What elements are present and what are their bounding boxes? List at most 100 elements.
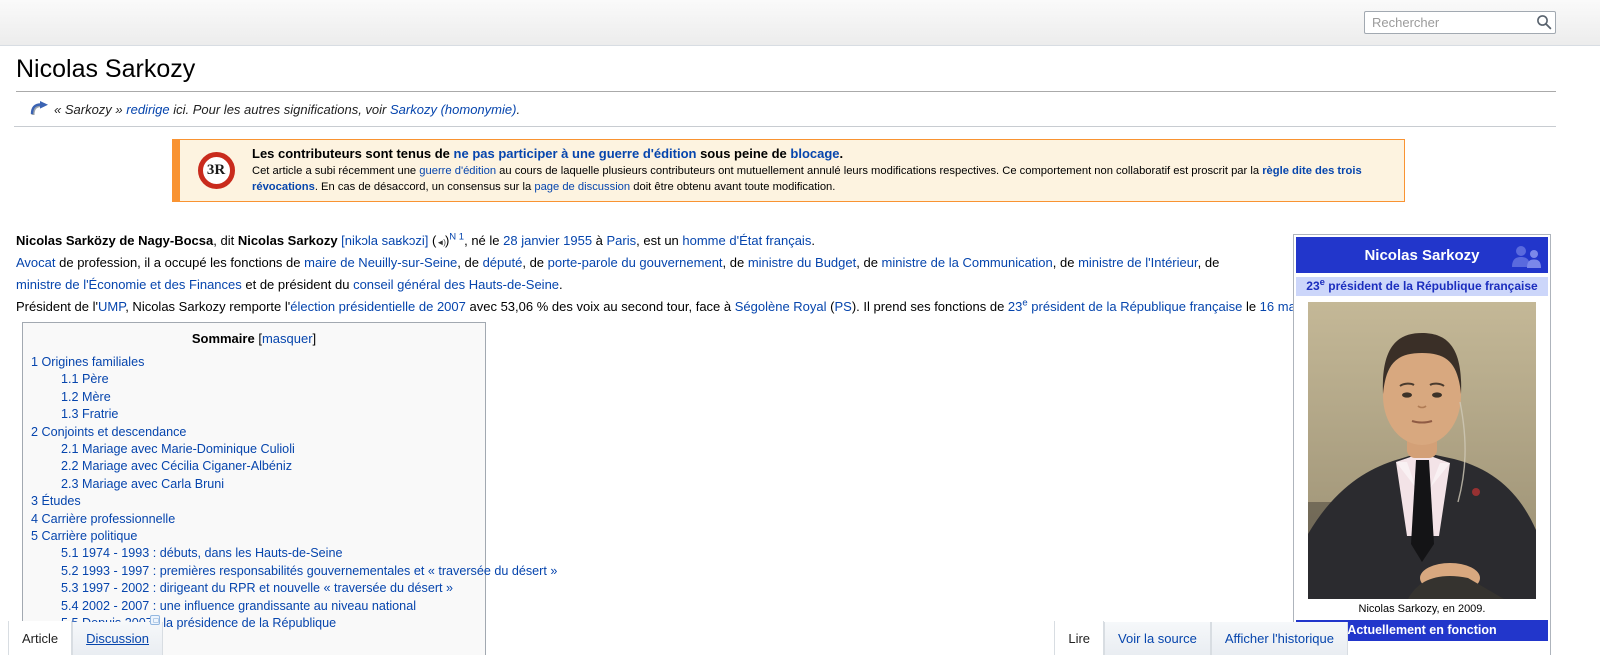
tab-discussion[interactable]: Discussion xyxy=(72,622,163,655)
bold-text: Les contributeurs sont tenus de xyxy=(252,146,454,161)
edit-war-warning-banner: 3R Les contributeurs sont tenus de ne pa… xyxy=(172,139,1405,202)
wiki-link[interactable]: blocage xyxy=(790,146,839,161)
toc-link[interactable]: 2 Conjoints et descendance xyxy=(31,425,186,439)
header-divider xyxy=(0,45,1600,46)
wiki-link[interactable]: [nikɔla saʁkɔzi] xyxy=(341,233,428,248)
tab-voir-la-source-label: Voir la source xyxy=(1118,631,1197,646)
infobox-subtitle: 23e président de la République française xyxy=(1296,277,1548,296)
wikipedia-article-page: Article Discussion Lire Voir la source A… xyxy=(0,0,1600,655)
toc-link[interactable]: 1.2 Mère xyxy=(61,390,111,404)
toc-item: 1.3 Fratrie xyxy=(23,406,477,423)
toc-item: 1 Origines familiales xyxy=(23,354,477,371)
warning-headline: Les contributeurs sont tenus de ne pas p… xyxy=(252,146,1392,161)
wiki-link[interactable]: maire de Neuilly-sur-Seine xyxy=(304,255,457,270)
toc-link[interactable]: 1.3 Fratrie xyxy=(61,407,118,421)
bold-text: Nicolas Sarközy de Nagy-Bocsa xyxy=(16,233,213,248)
wiki-link[interactable]: guerre d'édition xyxy=(419,165,496,177)
toc-link[interactable]: 4 Carrière professionnelle xyxy=(31,512,175,526)
toc-link[interactable]: 3 Études xyxy=(31,494,81,508)
view-tabs: Lire Voir la source Afficher l'historiqu… xyxy=(1054,621,1348,655)
toc-link[interactable]: 5 Carrière politique xyxy=(31,529,137,543)
wiki-link[interactable]: ministre du Budget xyxy=(748,255,856,270)
wiki-link[interactable]: PS xyxy=(834,299,851,314)
tab-discussion-label: Discussion xyxy=(86,631,149,646)
toc-link[interactable]: 1 Origines familiales xyxy=(31,355,144,369)
table-of-contents: Sommaire [masquer] 1 Origines familiales… xyxy=(22,322,486,655)
warning-text: Les contributeurs sont tenus de ne pas p… xyxy=(252,140,1404,201)
wiki-link[interactable]: Sarkozy (homonymie) xyxy=(390,102,516,117)
wiki-link[interactable]: conseil général des Hauts-de-Seine xyxy=(353,277,559,292)
superscript: N 1 xyxy=(449,232,464,243)
footnote-link[interactable]: N 1 xyxy=(449,232,464,243)
tab-lire[interactable]: Lire xyxy=(1054,621,1104,655)
bold-text: . xyxy=(840,146,844,161)
warning-body: Cet article a subi récemment une guerre … xyxy=(252,164,1392,195)
search-input[interactable] xyxy=(1364,11,1556,34)
toc-item: 5.4 2002 - 2007 : une influence grandiss… xyxy=(23,598,477,615)
wiki-link[interactable]: redirige xyxy=(126,102,169,117)
toc-link[interactable]: 5.2 1993 - 1997 : premières responsabili… xyxy=(61,564,557,578)
tab-voir-la-source[interactable]: Voir la source xyxy=(1104,622,1211,655)
infobox-header: Nicolas Sarkozy xyxy=(1296,237,1548,273)
tab-lire-label: Lire xyxy=(1068,631,1090,646)
wiki-link[interactable]: ne pas participer à une guerre d'édition xyxy=(454,146,697,161)
redirect-icon xyxy=(30,101,50,116)
portrait-image xyxy=(1308,302,1536,599)
toc-toggle[interactable]: [masquer] xyxy=(258,331,316,346)
toc-link[interactable]: 5.3 1997 - 2002 : dirigeant du RPR et no… xyxy=(61,581,453,595)
toc-link[interactable]: 5.1 1974 - 1993 : débuts, dans les Hauts… xyxy=(61,546,342,560)
wiki-link[interactable]: porte-parole du gouvernement xyxy=(548,255,723,270)
politician-icon xyxy=(1509,243,1543,273)
wiki-link[interactable]: 1955 xyxy=(563,233,592,248)
warning-icon-cell: 3R xyxy=(180,152,252,189)
toc-list: 1 Origines familiales 1.1 Père 1.2 Mère 1.3… xyxy=(23,346,485,654)
toc-item: 2 Conjoints et descendance xyxy=(23,424,477,441)
toc-link[interactable]: 2.1 Mariage avec Marie-Dominique Culioli xyxy=(61,442,295,456)
page-title: Nicolas Sarkozy xyxy=(16,55,1556,92)
infobox-president: Nicolas Sarkozy 23e président de la Répu… xyxy=(1293,234,1551,655)
portrait-caption: Nicolas Sarkozy, en 2009. xyxy=(1296,603,1548,615)
three-revert-rule-icon: 3R xyxy=(198,152,235,189)
wiki-link[interactable]: député xyxy=(483,255,523,270)
toc-link[interactable]: 1.1 Père xyxy=(61,372,109,386)
tab-article[interactable]: Article xyxy=(8,621,72,655)
wiki-link[interactable]: Paris xyxy=(607,233,637,248)
wiki-link[interactable]: ministre de la Communication xyxy=(882,255,1053,270)
wiki-link[interactable]: masquer xyxy=(262,331,313,346)
tab-afficher-historique[interactable]: Afficher l'historique xyxy=(1211,622,1348,655)
toc-title-row: Sommaire [masquer] xyxy=(23,331,485,346)
toc-item: 3 Études xyxy=(23,493,477,510)
namespace-tabs: Article Discussion xyxy=(8,621,163,655)
wiki-link[interactable]: élection présidentielle de 2007 xyxy=(290,299,466,314)
wiki-link[interactable]: Avocat xyxy=(16,255,56,270)
search-icon[interactable] xyxy=(1535,14,1552,31)
superscript: e xyxy=(1320,277,1325,288)
toc-link[interactable]: 5.4 2002 - 2007 : une influence grandiss… xyxy=(61,599,416,613)
toc-item: 2.3 Mariage avec Carla Bruni xyxy=(23,476,477,493)
wiki-link[interactable]: 28 janvier xyxy=(503,233,559,248)
bold-text: sous peine de xyxy=(696,146,790,161)
toc-link[interactable]: 2.3 Mariage avec Carla Bruni xyxy=(61,477,224,491)
hatnote: « Sarkozy » redirige ici. Pour les autre… xyxy=(54,102,520,117)
wiki-link[interactable]: 23e président de la République française xyxy=(1008,299,1242,314)
audio-speaker-icon[interactable]: ◄) xyxy=(436,238,445,247)
intro-paragraph-2: Avocat de profession, il a occupé les fo… xyxy=(16,252,1268,296)
wiki-link[interactable]: page de discussion xyxy=(534,181,630,193)
infobox-title: Nicolas Sarkozy xyxy=(1364,247,1479,264)
toc-item: 5.1 1974 - 1993 : débuts, dans les Hauts… xyxy=(23,545,477,562)
tab-article-label: Article xyxy=(22,631,58,646)
bold-text: Nicolas Sarkozy xyxy=(238,233,338,248)
toc-item: 1.1 Père xyxy=(23,371,477,388)
wiki-link[interactable]: homme d'État français xyxy=(682,233,811,248)
top-tab-bar xyxy=(0,0,1600,46)
toc-link[interactable]: 2.2 Mariage avec Cécilia Ciganer-Albéniz xyxy=(61,459,292,473)
wiki-link[interactable]: UMP xyxy=(98,299,125,314)
wiki-link[interactable]: Ségolène Royal xyxy=(735,299,827,314)
toc-item: 5.3 1997 - 2002 : dirigeant du RPR et no… xyxy=(23,580,477,597)
wiki-link[interactable]: ministre de l'Économie et des Finances xyxy=(16,277,242,292)
toc-title: Sommaire xyxy=(192,331,255,346)
tab-afficher-historique-label: Afficher l'historique xyxy=(1225,631,1334,646)
wiki-link[interactable]: ministre de l'Intérieur xyxy=(1078,255,1198,270)
toc-item: 5.2 1993 - 1997 : premières responsabili… xyxy=(23,563,477,580)
horizontal-rule xyxy=(14,126,1556,127)
